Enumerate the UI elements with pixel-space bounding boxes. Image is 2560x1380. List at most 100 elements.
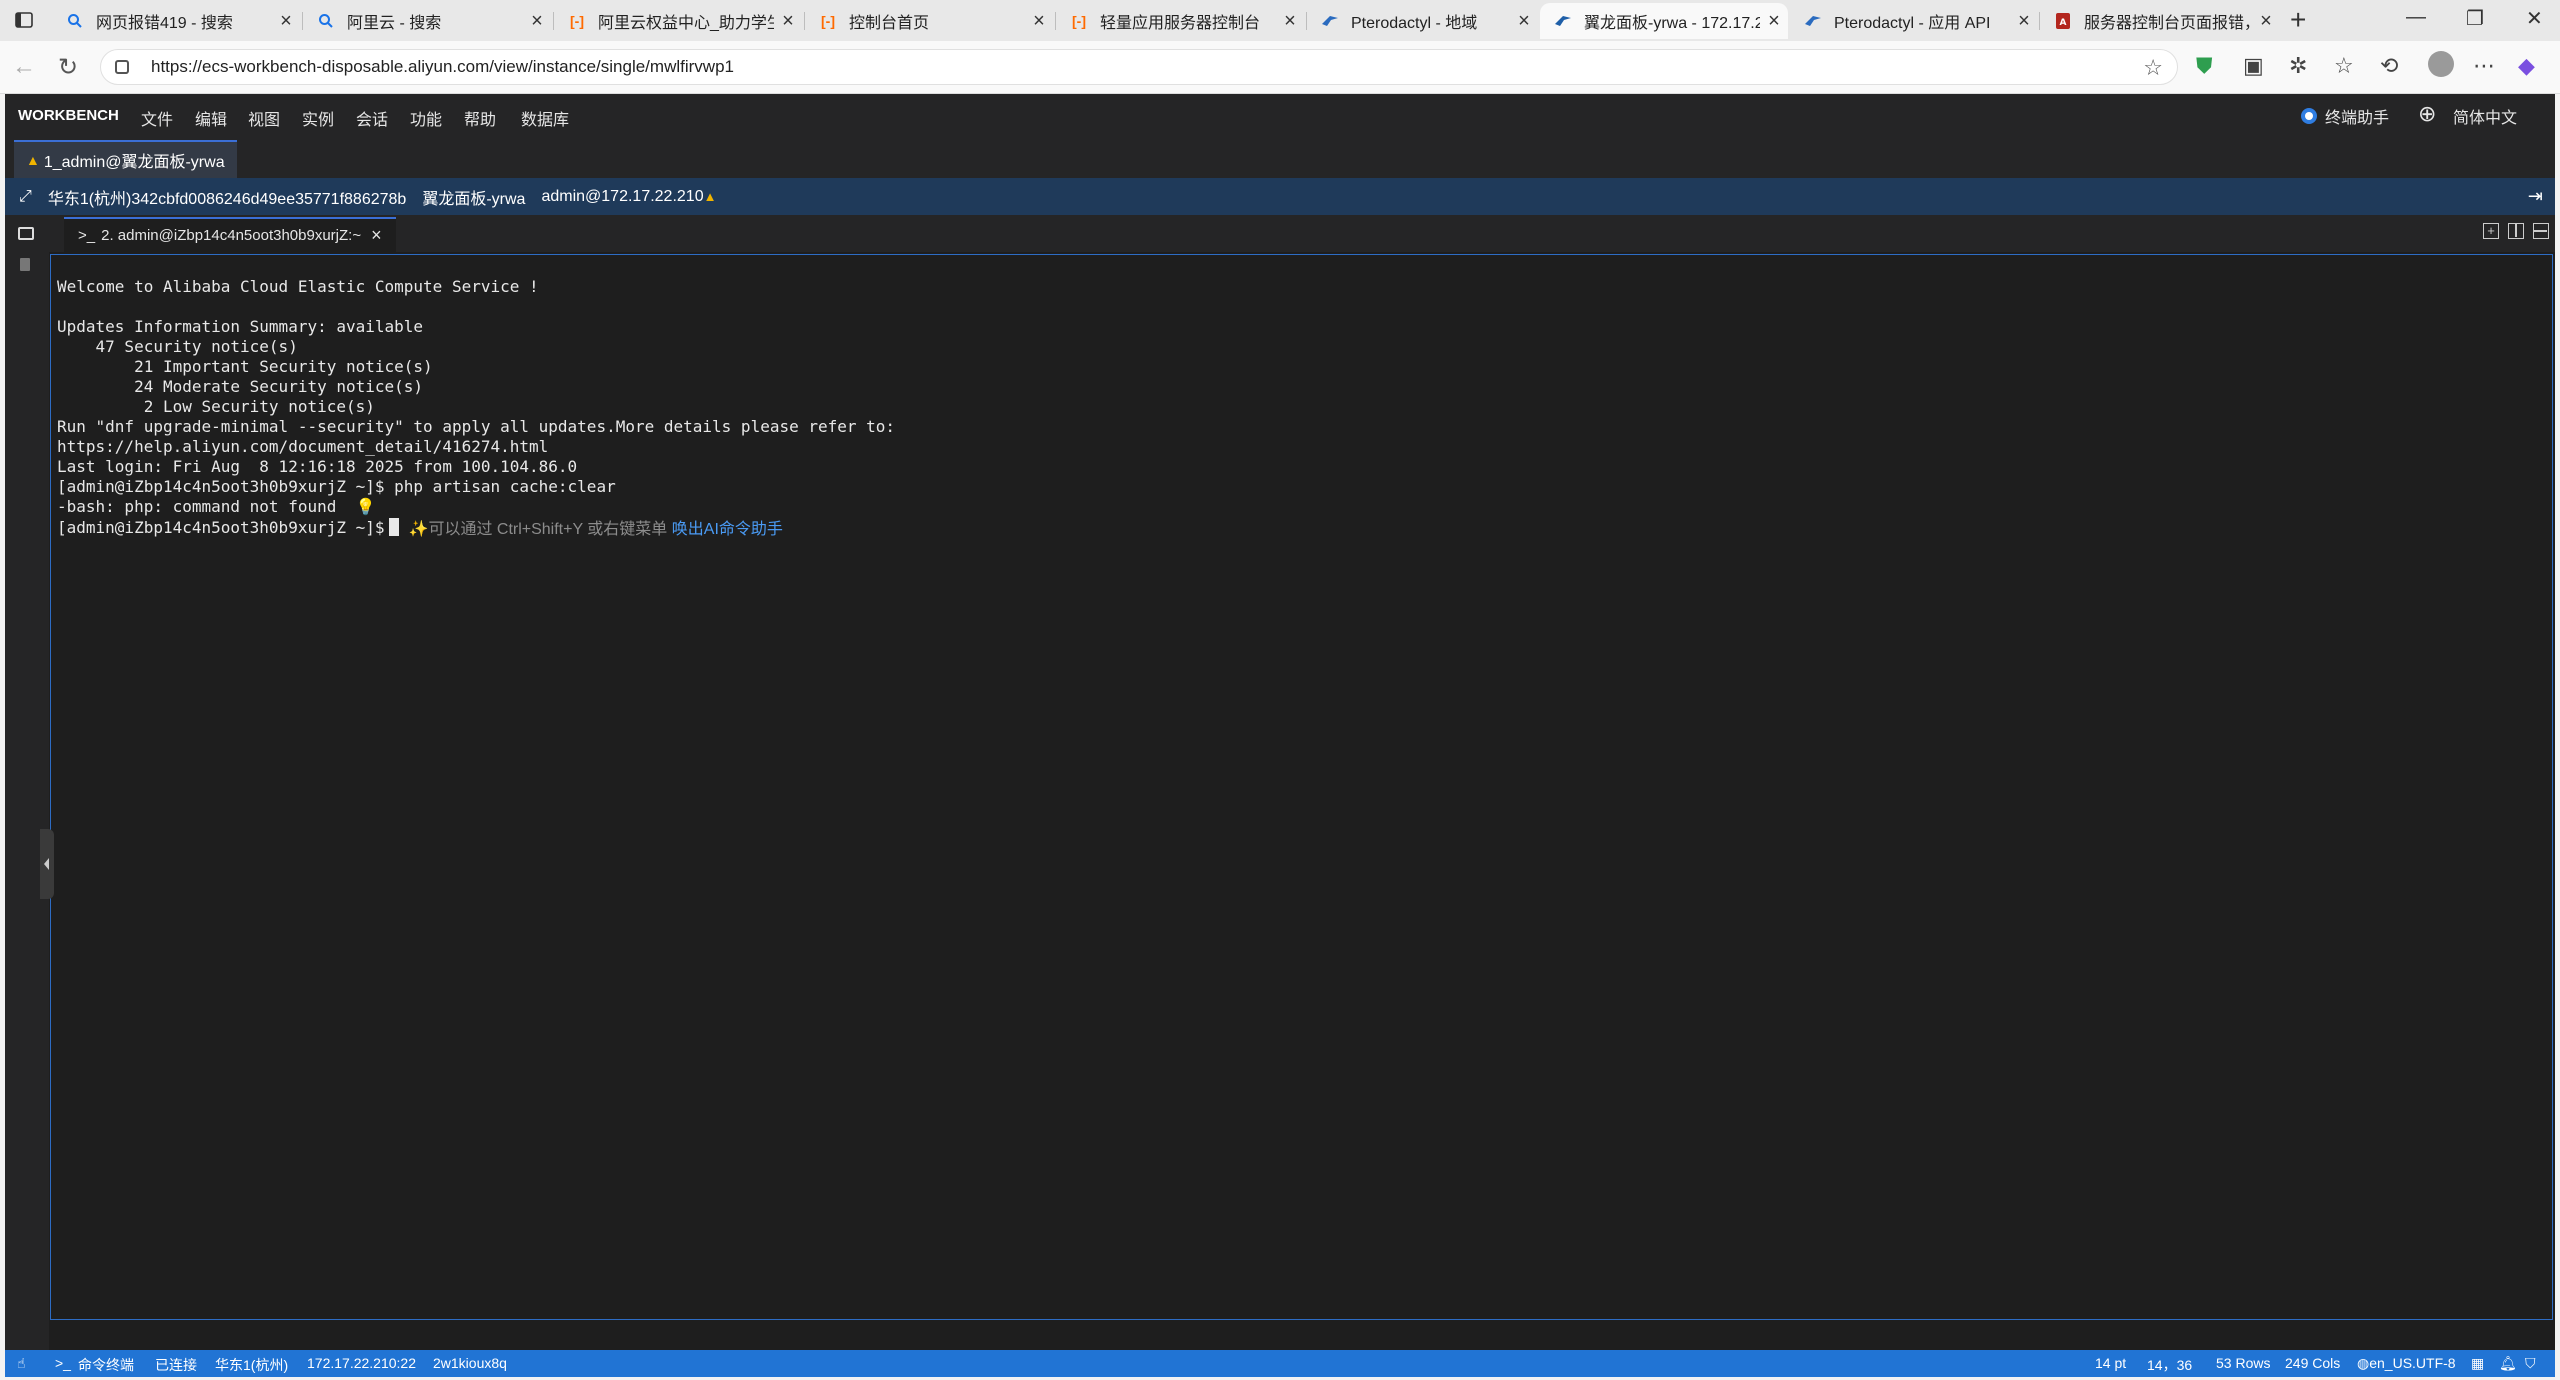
fullscreen-icon[interactable]: ⤢: [19, 188, 32, 206]
close-window-icon[interactable]: ✕: [2526, 6, 2543, 31]
add-circle-icon[interactable]: ⊕: [2418, 101, 2436, 127]
browser-tab[interactable]: 阿里云 - 搜索 ×: [303, 3, 551, 39]
history-icon[interactable]: ⟲: [2380, 53, 2398, 79]
pterodactyl-icon: [1804, 12, 1822, 30]
sidebar-collapse-handle[interactable]: [40, 829, 54, 899]
profile-avatar[interactable]: [2428, 51, 2454, 77]
browser-tab[interactable]: [-] 控制台首页 ×: [805, 3, 1053, 39]
workbench-app: WORKBENCH 文件 编辑 视图 实例 会话 功能 帮助 数据库 终端助手 …: [5, 94, 2555, 1377]
search-icon: [317, 12, 335, 30]
copilot-icon[interactable]: ◆: [2518, 53, 2535, 79]
browser-tab[interactable]: [-] 阿里云权益中心_助力学生 ×: [554, 3, 802, 39]
workbench-icon: [1554, 12, 1572, 30]
terminal-assistant-button[interactable]: 终端助手: [2299, 104, 2389, 128]
status-address: 172.17.22.210:22: [307, 1355, 416, 1371]
close-tab-icon[interactable]: ×: [2252, 10, 2280, 33]
shield-extension-icon[interactable]: ⛊: [2196, 53, 2213, 79]
close-terminal-tab-icon[interactable]: ×: [371, 225, 382, 246]
instance-info-bar: ⤢ 华东1(杭州)342cbfd0086246d49ee35771f886278…: [5, 178, 2555, 215]
menu-edit[interactable]: 编辑: [195, 106, 227, 130]
lightbulb-icon[interactable]: 💡: [336, 497, 376, 516]
linux-icon: ▲: [26, 152, 40, 168]
tab-title: 网页报错419 - 搜索: [96, 15, 233, 32]
browser-tab[interactable]: [-] 轻量应用服务器控制台 ×: [1056, 3, 1304, 39]
favorite-star-icon[interactable]: ☆: [2143, 55, 2163, 81]
tab-title: Pterodactyl - 地域: [1351, 15, 1478, 32]
site-info-icon[interactable]: [115, 60, 129, 74]
close-tab-icon[interactable]: ×: [1025, 10, 1053, 33]
prompt-icon: >_: [78, 227, 96, 244]
pdf-icon: A: [2054, 12, 2072, 30]
split-horizontal-icon[interactable]: [2533, 223, 2549, 239]
favorites-icon[interactable]: ☆: [2334, 53, 2354, 79]
browser-tab[interactable]: 网页报错419 - 搜索 ×: [52, 3, 300, 39]
status-session-id: 2w1kioux8q: [433, 1355, 507, 1371]
split-vertical-icon[interactable]: [2508, 223, 2524, 239]
menu-session[interactable]: 会话: [356, 106, 388, 130]
encoding[interactable]: ◍en_US.UTF-8: [2357, 1355, 2456, 1372]
svg-text:A: A: [2060, 18, 2067, 28]
address-bar[interactable]: https://ecs-workbench-disposable.aliyun.…: [100, 49, 2178, 85]
file-icon[interactable]: [20, 258, 30, 271]
ai-hint: ✨可以通过 Ctrl+Shift+Y 或右键菜单 唤出AI命令助手: [408, 521, 783, 538]
close-tab-icon[interactable]: ×: [1276, 10, 1304, 33]
grid-icon[interactable]: ▦: [2471, 1355, 2484, 1372]
terminal-icon[interactable]: [18, 227, 34, 240]
session-tab[interactable]: ▲ 1_admin@翼龙面板-yrwa: [14, 140, 237, 178]
browser-tab[interactable]: Pterodactyl - 地域 ×: [1307, 3, 1538, 39]
minimize-icon[interactable]: —: [2406, 6, 2426, 29]
close-tab-icon[interactable]: ×: [1760, 10, 1788, 33]
tab-title: 阿里云 - 搜索: [347, 15, 442, 32]
menu-view[interactable]: 视图: [248, 106, 280, 130]
browser-tab[interactable]: A 服务器控制台页面报错， ×: [2040, 3, 2280, 39]
close-tab-icon[interactable]: ×: [523, 10, 551, 33]
left-sidebar: [5, 215, 49, 1350]
browser-tab-strip: 网页报错419 - 搜索 × 阿里云 - 搜索 × [-] 阿里云权益中心_助力…: [0, 0, 2560, 41]
close-tab-icon[interactable]: ×: [2010, 10, 2038, 33]
browser-tab-active[interactable]: 翼龙面板-yrwa - 172.17.2 ×: [1540, 3, 1788, 39]
session-tabs-bar: ▲ 1_admin@翼龙面板-yrwa: [5, 138, 2555, 178]
terminal-text: Welcome to Alibaba Cloud Elastic Compute…: [57, 277, 896, 516]
terminal-rows: 53 Rows: [2216, 1355, 2271, 1371]
puzzle-extensions-icon[interactable]: ✲: [2289, 53, 2307, 79]
menu-features[interactable]: 功能: [410, 106, 442, 130]
terminal-mode[interactable]: 命令终端: [78, 1355, 134, 1375]
restore-icon[interactable]: ❐: [2466, 6, 2484, 31]
tab-title: 服务器控制台页面报错，: [2084, 15, 2252, 32]
workbench-logo: WORKBENCH: [18, 107, 119, 124]
menu-instance[interactable]: 实例: [302, 106, 334, 130]
pterodactyl-icon: [1321, 12, 1339, 30]
ai-assistant-link[interactable]: 唤出AI命令助手: [672, 521, 783, 538]
new-tab-button[interactable]: +: [2290, 4, 2306, 36]
menu-help[interactable]: 帮助: [464, 106, 496, 130]
status-bar: ☝ >_ 命令终端 已连接 华东1(杭州) 172.17.22.210:22 2…: [5, 1350, 2555, 1377]
hand-icon[interactable]: ☝: [17, 1355, 26, 1372]
bell-icon[interactable]: 🔔︎: [2499, 1355, 2517, 1372]
gift-icon[interactable]: ⛉: [2525, 1355, 2536, 1372]
language-selector[interactable]: 简体中文: [2453, 104, 2517, 128]
close-tab-icon[interactable]: ×: [1510, 10, 1538, 33]
extension-icon[interactable]: ▣: [2243, 53, 2264, 79]
more-icon[interactable]: ⋯: [2473, 53, 2495, 79]
exit-session-icon[interactable]: ⇥: [2528, 186, 2543, 207]
browser-tab[interactable]: Pterodactyl - 应用 API ×: [1790, 3, 2038, 39]
close-tab-icon[interactable]: ×: [272, 10, 300, 33]
tab-title: 翼龙面板-yrwa - 172.17.2: [1584, 15, 1760, 32]
font-size[interactable]: 14 pt: [2095, 1355, 2126, 1371]
menu-database[interactable]: 数据库: [521, 106, 569, 130]
terminal-tabs-bar: >_ 2. admin@iZbp14c4n5oot3h0b9xurjZ:~ × …: [49, 215, 2555, 252]
new-terminal-icon[interactable]: +: [2483, 223, 2499, 239]
tab-title: 轻量应用服务器控制台: [1100, 15, 1261, 32]
url-text[interactable]: https://ecs-workbench-disposable.aliyun.…: [151, 57, 734, 77]
menu-file[interactable]: 文件: [141, 106, 173, 130]
aliyun-icon: [-]: [1072, 13, 1086, 29]
close-tab-icon[interactable]: ×: [774, 10, 802, 33]
tab-actions-icon[interactable]: [14, 10, 34, 30]
back-icon[interactable]: ←: [12, 53, 36, 81]
prompt-icon: >_: [55, 1355, 71, 1371]
terminal-prompt-row[interactable]: [admin@iZbp14c4n5oot3h0b9xurjZ ~]$ ✨可以通过…: [57, 517, 783, 539]
address-bar-row: ← ↻ https://ecs-workbench-disposable.ali…: [0, 41, 2560, 94]
refresh-icon[interactable]: ↻: [58, 53, 78, 82]
terminal-output[interactable]: Welcome to Alibaba Cloud Elastic Compute…: [50, 254, 2553, 1320]
terminal-tab[interactable]: >_ 2. admin@iZbp14c4n5oot3h0b9xurjZ:~ ×: [64, 217, 396, 252]
